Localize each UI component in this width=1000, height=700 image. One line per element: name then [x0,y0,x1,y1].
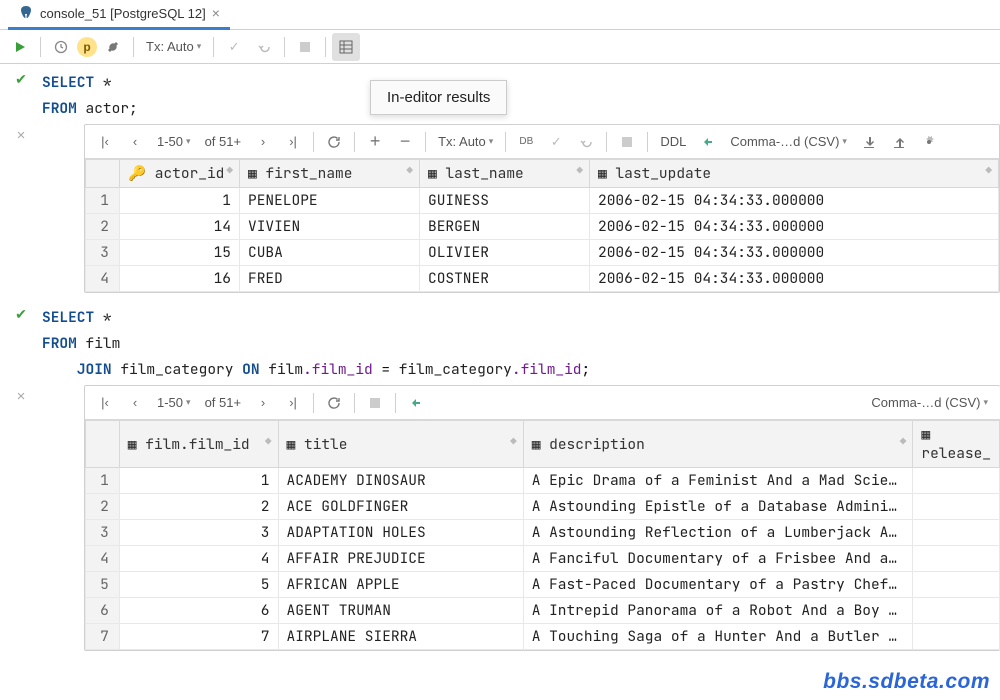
prev-page-button[interactable]: ‹ [121,389,149,417]
in-editor-results-button[interactable] [332,33,360,61]
next-page-button[interactable]: › [249,389,277,417]
result-toolbar: |‹ ‹ 1-50▾ of 51+ › ›| Comma-…d (CSV)▾ [85,386,1000,420]
table-row: 66AGENT TRUMANA Intrepid Panorama of a R… [86,598,1000,624]
download-button[interactable] [855,128,883,156]
tx-mode-dropdown[interactable]: Tx: Auto▾ [432,134,499,149]
ddl-button[interactable]: DDL [654,134,692,149]
refresh-button[interactable] [320,389,348,417]
result-panel-2: |‹ ‹ 1-50▾ of 51+ › ›| Comma-…d (CSV)▾ [84,385,1000,651]
gear-icon[interactable] [915,128,943,156]
watermark: bbs.sdbeta.com [823,670,990,694]
history-button[interactable] [47,33,75,61]
editor-tab[interactable]: console_51 [PostgreSQL 12] × [8,0,230,30]
run-button[interactable] [6,33,34,61]
column-icon: ▦ [921,425,930,444]
page-range[interactable]: 1-50▾ [151,134,197,149]
add-row-button[interactable]: + [361,128,389,156]
sql-editor[interactable]: SELECT * FROM actor; [42,68,1000,124]
status-check-icon: ✔ [15,306,27,323]
commit-button[interactable]: ✓ [220,33,248,61]
export-format-dropdown[interactable]: Comma-…d (CSV)▾ [724,134,853,149]
export-format-dropdown[interactable]: Comma-…d (CSV)▾ [865,395,994,410]
rollback-button[interactable] [250,33,278,61]
stop-button[interactable] [613,128,641,156]
status-check-icon: ✔ [15,71,27,88]
rollback-button[interactable] [572,128,600,156]
main-toolbar: p Tx: Auto▾ ✓ [0,30,1000,64]
tab-title: console_51 [PostgreSQL 12] [40,6,206,21]
compare-button[interactable] [694,128,722,156]
table-row: 44AFFAIR PREJUDICEA Fanciful Documentary… [86,546,1000,572]
table-row: 33ADAPTATION HOLESA Astounding Reflectio… [86,520,1000,546]
column-icon: ▦ [248,164,257,183]
table-row: 77AIRPLANE SIERRAA Touching Saga of a Hu… [86,624,1000,650]
tooltip: In-editor results [370,80,507,115]
page-range[interactable]: 1-50▾ [151,395,197,410]
key-column-icon: 🔑 [128,164,146,183]
page-total: of 51+ [199,395,248,410]
column-icon: ▦ [428,164,437,183]
editor-tab-bar: console_51 [PostgreSQL 12] × [0,0,1000,30]
close-result-icon[interactable]: × [17,127,26,144]
table-row: 11ACADEMY DINOSAURA Epic Drama of a Femi… [86,468,1000,494]
table-row: 11PENELOPEGUINESS2006-02-15 04:34:33.000… [86,188,999,214]
stop-button[interactable] [361,389,389,417]
delete-row-button[interactable]: − [391,128,419,156]
first-page-button[interactable]: |‹ [91,128,119,156]
result-table-2[interactable]: ▦ film.film_id◆ ▦ title◆ ▦ description◆ … [85,420,1000,650]
tx-mode-dropdown[interactable]: Tx: Auto▾ [140,39,207,54]
playground-button[interactable]: p [77,37,97,57]
page-total: of 51+ [199,134,248,149]
last-page-button[interactable]: ›| [279,128,307,156]
db-button[interactable]: DB [512,128,540,156]
settings-button[interactable] [99,33,127,61]
table-row: 22ACE GOLDFINGERA Astounding Epistle of … [86,494,1000,520]
upload-button[interactable] [885,128,913,156]
sql-editor[interactable]: SELECT * FROM film JOIN film_category ON… [42,303,1000,385]
refresh-button[interactable] [320,128,348,156]
first-page-button[interactable]: |‹ [91,389,119,417]
prev-page-button[interactable]: ‹ [121,128,149,156]
close-result-icon[interactable]: × [17,388,26,405]
table-row: 416FREDCOSTNER2006-02-15 04:34:33.000000 [86,266,999,292]
table-row: 55AFRICAN APPLEA Fast-Paced Documentary … [86,572,1000,598]
close-icon[interactable]: × [212,5,220,21]
stop-button[interactable] [291,33,319,61]
column-icon: ▦ [287,435,296,454]
postgres-icon [18,5,34,21]
last-page-button[interactable]: ›| [279,389,307,417]
result-toolbar: |‹ ‹ 1-50▾ of 51+ › ›| + − Tx: Auto▾ DB … [85,125,999,159]
column-icon: ▦ [532,435,541,454]
result-table-1[interactable]: 🔑 actor_id◆ ▦ first_name◆ ▦ last_name◆ ▦… [85,159,999,292]
table-row: 315CUBAOLIVIER2006-02-15 04:34:33.000000 [86,240,999,266]
commit-button[interactable]: ✓ [542,128,570,156]
column-icon: ▦ [598,164,607,183]
compare-button[interactable] [402,389,430,417]
column-icon: ▦ [128,435,137,454]
result-panel-1: |‹ ‹ 1-50▾ of 51+ › ›| + − Tx: Auto▾ DB … [84,124,1000,293]
table-row: 214VIVIENBERGEN2006-02-15 04:34:33.00000… [86,214,999,240]
next-page-button[interactable]: › [249,128,277,156]
